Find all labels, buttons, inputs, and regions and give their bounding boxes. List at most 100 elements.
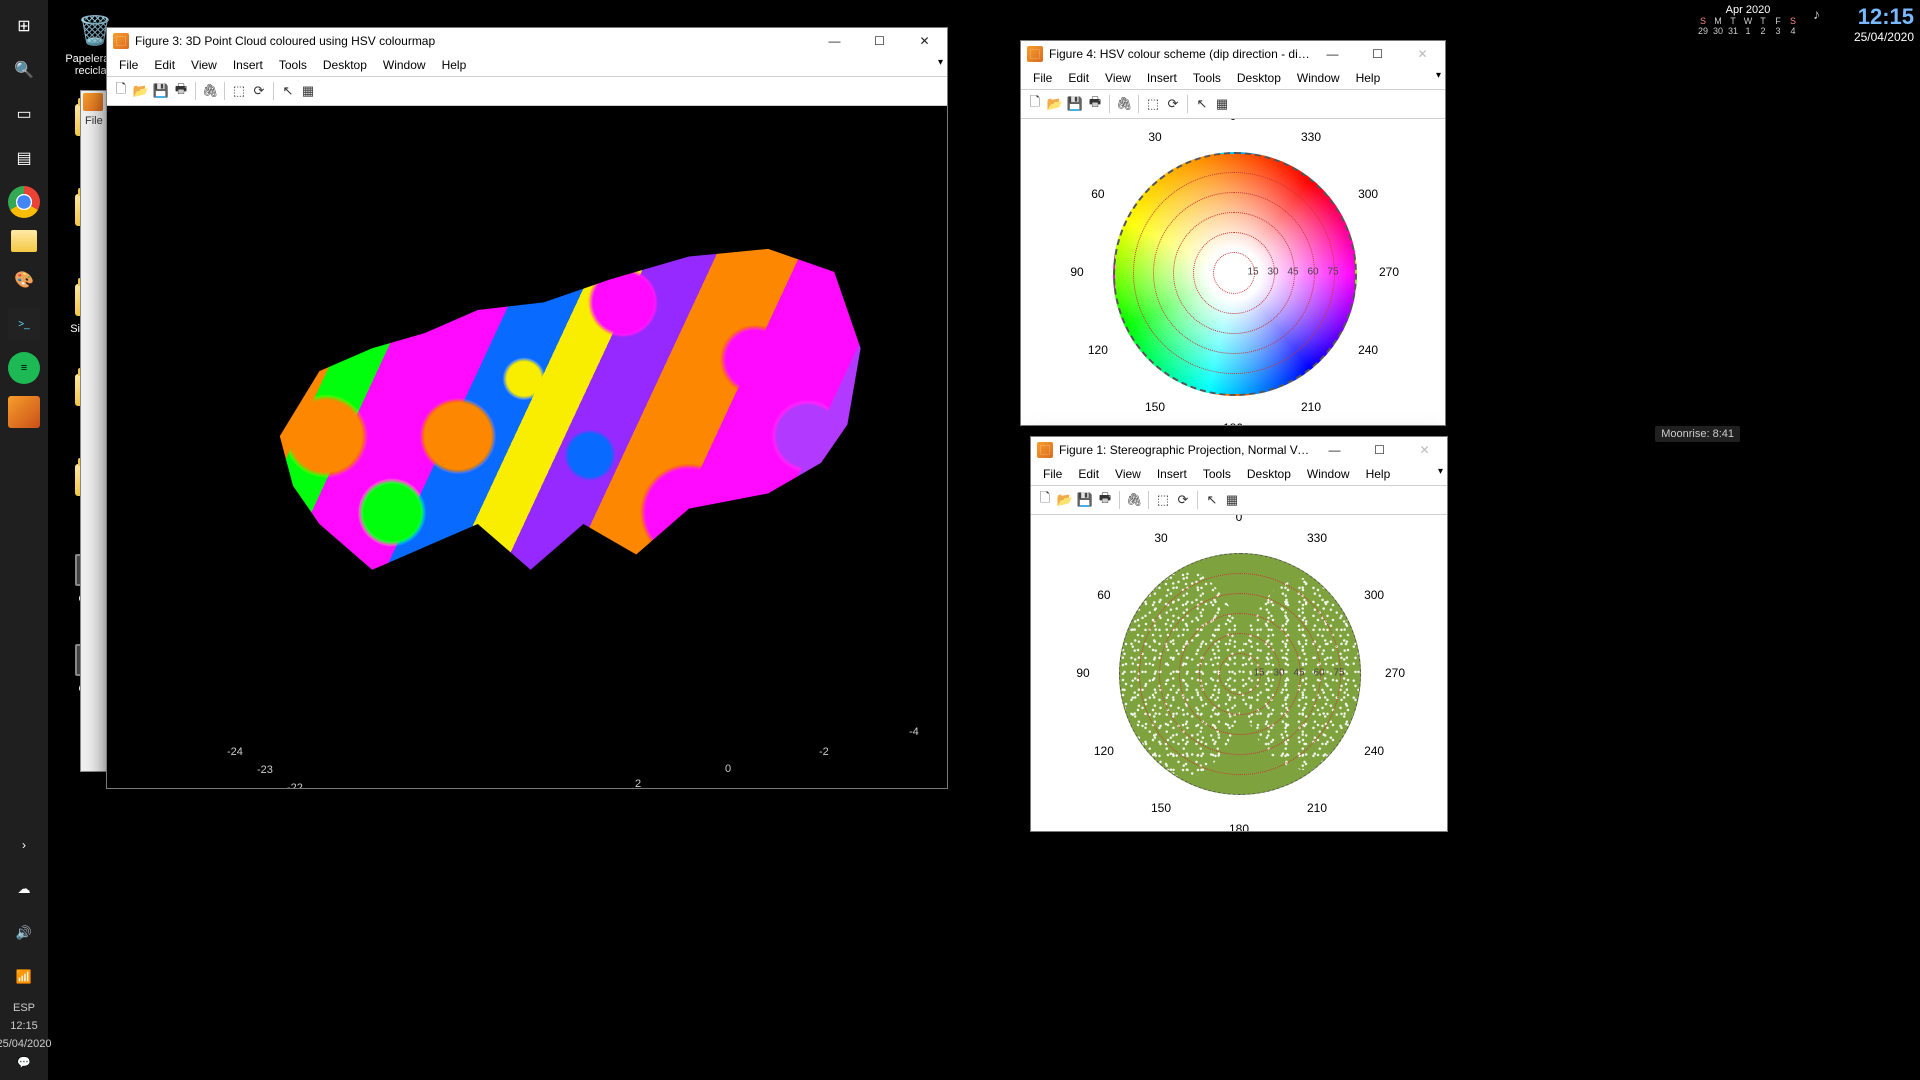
figure3-window[interactable]: Figure 3: 3D Point Cloud coloured using … (106, 27, 948, 789)
cal-day[interactable]: 31 (1726, 26, 1740, 36)
file-explorer-icon[interactable] (11, 230, 37, 252)
tray-lang[interactable]: ESP (13, 1002, 35, 1014)
menu-tools[interactable]: Tools (1195, 463, 1239, 485)
link-button[interactable]: 🖇 (1114, 94, 1134, 114)
titlebar[interactable]: Figure 1: Stereographic Projection, Norm… (1031, 437, 1447, 463)
menu-overflow-icon[interactable]: ▾ (1438, 466, 1443, 477)
menu-help[interactable]: Help (1348, 67, 1389, 89)
cal-day[interactable]: 30 (1711, 26, 1725, 36)
brush-button[interactable]: ▦ (298, 81, 318, 101)
hsv-polar-axes[interactable]: 0306090120150180210240270300330153045607… (1093, 132, 1373, 412)
print-button[interactable]: 🖶 (1085, 94, 1105, 114)
maximize-button[interactable]: ☐ (857, 28, 902, 54)
menu-view[interactable]: View (1097, 67, 1139, 89)
matlab-icon[interactable] (8, 396, 40, 428)
rotate-button[interactable]: ⟳ (1173, 490, 1193, 510)
pointer-button[interactable]: ↖ (1192, 94, 1212, 114)
background-window-menu[interactable]: File (85, 115, 103, 127)
figure4-window[interactable]: Figure 4: HSV colour scheme (dip directi… (1020, 40, 1446, 426)
rotate-button[interactable]: ⟳ (1163, 94, 1183, 114)
stereo-polar-axes[interactable]: 0306090120150180210240270300330153045607… (1099, 533, 1379, 813)
minimize-button[interactable]: ― (1310, 41, 1355, 67)
save-button[interactable]: 💾 (1075, 490, 1095, 510)
menu-overflow-icon[interactable]: ▾ (1436, 70, 1441, 81)
rotate-button[interactable]: ⟳ (249, 81, 269, 101)
menu-window[interactable]: Window (1289, 67, 1348, 89)
menu-file[interactable]: File (1025, 67, 1060, 89)
menu-edit[interactable]: Edit (1070, 463, 1107, 485)
app-icon-1[interactable]: 🎨 (8, 264, 40, 296)
music-widget-icon[interactable]: ♪ (1813, 6, 1820, 22)
open-button[interactable]: 📂 (1045, 94, 1065, 114)
close-button[interactable]: ✕ (1402, 437, 1447, 463)
expand-tray-icon[interactable]: › (8, 829, 40, 861)
menu-view[interactable]: View (183, 54, 225, 76)
new-button[interactable]: 🗋 (111, 81, 131, 101)
menu-edit[interactable]: Edit (1060, 67, 1097, 89)
menu-help[interactable]: Help (434, 54, 475, 76)
brush-button[interactable]: ▦ (1222, 490, 1242, 510)
volume-icon[interactable]: 🔊 (8, 917, 40, 949)
menu-insert[interactable]: Insert (225, 54, 271, 76)
cal-day[interactable]: 3 (1771, 26, 1785, 36)
task-view-icon[interactable]: ▭ (8, 98, 40, 130)
cursor-button[interactable]: ⬚ (1153, 490, 1173, 510)
menu-desktop[interactable]: Desktop (315, 54, 375, 76)
maximize-button[interactable]: ☐ (1355, 41, 1400, 67)
onedrive-icon[interactable]: ☁ (8, 873, 40, 905)
figure-canvas[interactable]: -6-4-202468-24-23-22-21-20 (107, 106, 947, 788)
menu-file[interactable]: File (111, 54, 146, 76)
menu-file[interactable]: File (1035, 463, 1070, 485)
close-button[interactable]: ✕ (1400, 41, 1445, 67)
menu-view[interactable]: View (1107, 463, 1149, 485)
print-button[interactable]: 🖶 (171, 81, 191, 101)
open-button[interactable]: 📂 (131, 81, 151, 101)
cal-day[interactable]: 1 (1741, 26, 1755, 36)
action-center-icon[interactable]: 💬 (17, 1056, 31, 1069)
figure-canvas[interactable]: 0306090120150180210240270300330153045607… (1021, 119, 1445, 425)
cursor-button[interactable]: ⬚ (229, 81, 249, 101)
titlebar[interactable]: Figure 4: HSV colour scheme (dip directi… (1021, 41, 1445, 67)
save-button[interactable]: 💾 (151, 81, 171, 101)
cal-day[interactable]: 2 (1756, 26, 1770, 36)
menu-window[interactable]: Window (375, 54, 434, 76)
menu-insert[interactable]: Insert (1139, 67, 1185, 89)
axes-3d[interactable]: -6-4-202468-24-23-22-21-20 (107, 106, 947, 788)
brush-button[interactable]: ▦ (1212, 94, 1232, 114)
start-button[interactable]: ⊞ (8, 10, 40, 42)
figure-canvas[interactable]: 0306090120150180210240270300330153045607… (1031, 515, 1447, 831)
minimize-button[interactable]: ― (812, 28, 857, 54)
pointer-button[interactable]: ↖ (1202, 490, 1222, 510)
tray-clock[interactable]: ESP 12:15 25/04/2020 💬 (0, 999, 52, 1080)
chrome-icon[interactable] (8, 186, 40, 218)
menu-tools[interactable]: Tools (1185, 67, 1229, 89)
pointer-button[interactable]: ↖ (278, 81, 298, 101)
figure1-window[interactable]: Figure 1: Stereographic Projection, Norm… (1030, 436, 1448, 832)
print-button[interactable]: 🖶 (1095, 490, 1115, 510)
menu-window[interactable]: Window (1299, 463, 1358, 485)
link-button[interactable]: 🖇 (200, 81, 220, 101)
cal-day[interactable]: 29 (1696, 26, 1710, 36)
menu-desktop[interactable]: Desktop (1239, 463, 1299, 485)
menu-overflow-icon[interactable]: ▾ (938, 57, 943, 68)
titlebar[interactable]: Figure 3: 3D Point Cloud coloured using … (107, 28, 947, 54)
explorer-icon[interactable]: ▤ (8, 142, 40, 174)
minimize-button[interactable]: ― (1312, 437, 1357, 463)
cursor-button[interactable]: ⬚ (1143, 94, 1163, 114)
menu-insert[interactable]: Insert (1149, 463, 1195, 485)
search-icon[interactable]: 🔍 (8, 54, 40, 86)
menu-help[interactable]: Help (1358, 463, 1399, 485)
spotify-icon[interactable]: ≡ (8, 352, 40, 384)
new-button[interactable]: 🗋 (1025, 94, 1045, 114)
terminal-icon[interactable]: >_ (8, 308, 40, 340)
save-button[interactable]: 💾 (1065, 94, 1085, 114)
menu-desktop[interactable]: Desktop (1229, 67, 1289, 89)
calendar-widget[interactable]: Apr 2020 SMTWTFS 2930311234 (1696, 4, 1800, 36)
cal-day[interactable]: 4 (1786, 26, 1800, 36)
close-button[interactable]: ✕ (902, 28, 947, 54)
network-icon[interactable]: 📶 (8, 961, 40, 993)
menu-edit[interactable]: Edit (146, 54, 183, 76)
menu-tools[interactable]: Tools (271, 54, 315, 76)
new-button[interactable]: 🗋 (1035, 490, 1055, 510)
open-button[interactable]: 📂 (1055, 490, 1075, 510)
